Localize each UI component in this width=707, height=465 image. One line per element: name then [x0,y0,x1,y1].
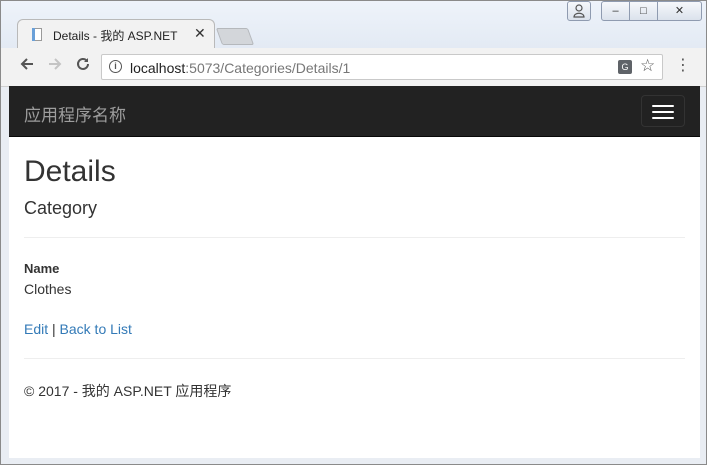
browser-window: Details - 我的 ASP.NET ✕ – □ ✕ i localhost… [0,0,707,465]
star-icon[interactable]: ☆ [640,56,655,76]
action-links: Edit | Back to List [24,321,132,337]
divider [24,358,685,359]
hamburger-icon[interactable] [641,95,685,127]
maximize-button[interactable]: □ [629,1,658,21]
link-separator: | [52,321,56,337]
tab-title: Details - 我的 ASP.NET [53,29,178,43]
info-icon[interactable]: i [109,60,122,73]
field-label-name: Name [24,261,60,276]
footer-text: © 2017 - 我的 ASP.NET 应用程序 [24,383,232,399]
title-bar: Details - 我的 ASP.NET ✕ – □ ✕ [1,1,706,48]
reload-icon[interactable] [73,56,93,76]
menu-dots-icon[interactable]: ⋮ [675,57,691,75]
tab-close-icon[interactable]: ✕ [194,25,206,42]
close-window-button[interactable]: ✕ [657,1,702,21]
divider [24,237,685,238]
back-arrow-icon[interactable] [17,56,37,76]
edit-link[interactable]: Edit [24,321,48,337]
favicon-icon [32,28,42,41]
page-subtitle: Category [24,198,98,218]
new-tab-button[interactable] [215,28,255,45]
forward-arrow-icon[interactable] [45,56,65,76]
page-title: Details [24,155,116,188]
user-icon[interactable] [567,1,591,21]
url-text[interactable]: localhost:5073/Categories/Details/1 [130,60,350,76]
minimize-button[interactable]: – [601,1,630,21]
back-to-list-link[interactable]: Back to List [60,321,132,337]
url-path: :5073/Categories/Details/1 [185,60,351,76]
url-host: localhost [130,60,186,76]
site-navbar: 应用程序名称 [9,86,700,137]
address-bar[interactable]: i localhost:5073/Categories/Details/1 G … [101,54,663,80]
browser-toolbar: i localhost:5073/Categories/Details/1 G … [1,48,706,87]
field-value-name: Clothes [24,281,72,297]
brand-link[interactable]: 应用程序名称 [24,101,126,126]
translate-icon[interactable]: G [618,60,632,74]
page-viewport: 应用程序名称 Details Category Name Clothes Edi… [9,86,700,458]
browser-tab[interactable]: Details - 我的 ASP.NET ✕ [17,19,215,48]
